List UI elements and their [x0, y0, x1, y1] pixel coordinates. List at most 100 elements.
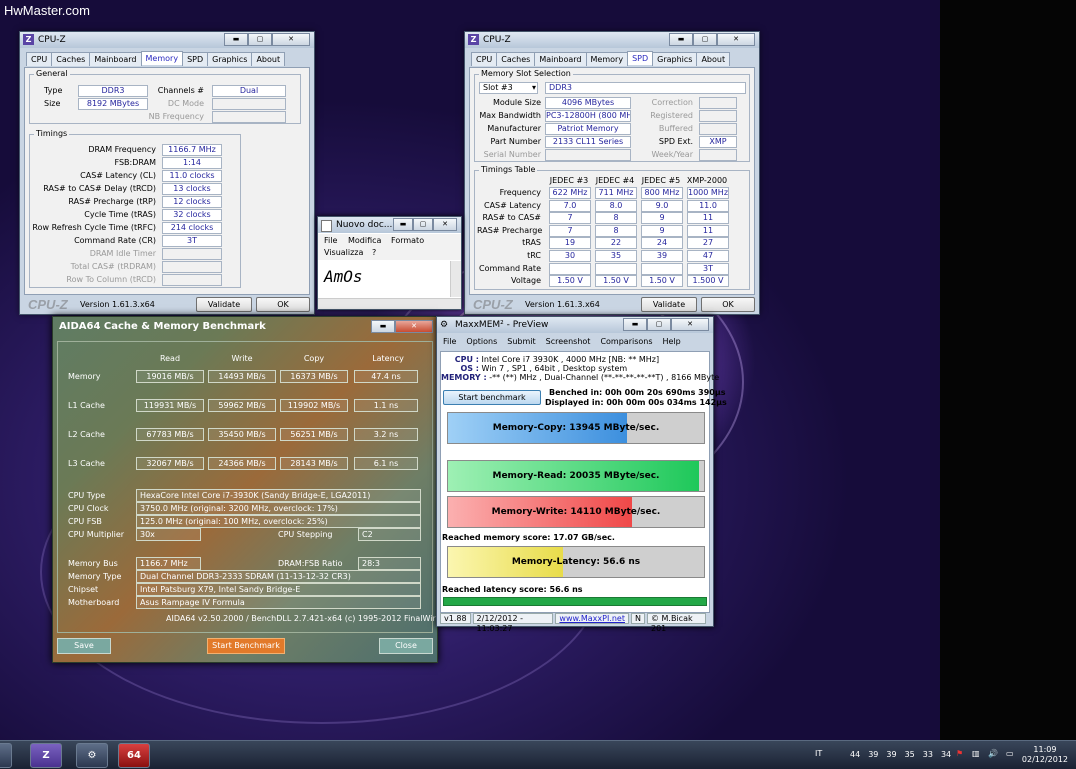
text-area[interactable]: AmOs [318, 261, 451, 297]
temperature-reading[interactable]: 39 [868, 750, 878, 759]
tab-graphics[interactable]: Graphics [652, 52, 698, 66]
maximize-button[interactable]: ▢ [647, 318, 671, 331]
temperature-reading[interactable]: 39 [886, 750, 896, 759]
volume-icon[interactable]: 🔊 [988, 749, 998, 758]
start-button[interactable] [0, 743, 12, 768]
titlebar[interactable]: Z CPU-Z ▬ ▢ ✕ [465, 32, 759, 48]
tab-graphics[interactable]: Graphics [207, 52, 253, 66]
tab-memory[interactable]: Memory [140, 51, 184, 65]
close-button[interactable]: ✕ [671, 318, 709, 331]
validate-button[interactable]: Validate [196, 297, 252, 312]
registered-value [699, 110, 737, 122]
timings-row-label: Voltage [510, 276, 541, 286]
module-size-value: 4096 MBytes [545, 97, 631, 109]
menu-formato[interactable]: Formato [391, 236, 424, 245]
start-benchmark-button[interactable]: Start Benchmark [207, 638, 285, 654]
ok-button[interactable]: OK [256, 297, 310, 312]
tab-mainboard[interactable]: Mainboard [534, 52, 587, 66]
menu-file[interactable]: File [324, 236, 337, 245]
maximize-button[interactable]: ▢ [413, 218, 433, 231]
menu-submit[interactable]: Submit [507, 337, 535, 346]
timings-cell: 19 [549, 237, 591, 250]
cpuz-spd-window[interactable]: Z CPU-Z ▬ ▢ ✕ CPU Caches Mainboard Memory SPD G… [464, 31, 760, 315]
type-value: DDR3 [78, 85, 148, 97]
vertical-scrollbar[interactable] [450, 261, 461, 297]
menu-options[interactable]: Options [466, 337, 497, 346]
cpuz-memory-window[interactable]: Z CPU-Z ▬ ▢ ✕ CPU Caches Mainboard Memory SPD G… [19, 31, 315, 315]
horizontal-scrollbar[interactable] [318, 298, 461, 309]
validate-button[interactable]: Validate [641, 297, 697, 312]
language-indicator[interactable]: IT [815, 749, 822, 758]
tab-memory[interactable]: Memory [585, 52, 629, 66]
nbfreq-value [212, 111, 286, 123]
network-icon[interactable]: ▥ [972, 749, 980, 758]
tab-caches[interactable]: Caches [496, 52, 536, 66]
menu-file[interactable]: File [443, 337, 456, 346]
close-button[interactable]: ✕ [433, 218, 457, 231]
close-button[interactable]: ✕ [272, 33, 310, 46]
aida64-icon[interactable]: 64 [118, 743, 150, 768]
cpu-clock-label: CPU Clock [68, 504, 109, 513]
menu-comparisons[interactable]: Comparisons [600, 337, 652, 346]
minimize-button[interactable]: ▬ [393, 218, 413, 231]
tab-caches[interactable]: Caches [51, 52, 91, 66]
tab-about[interactable]: About [696, 52, 731, 66]
clock[interactable]: 11:09 02/12/2012 [1022, 745, 1068, 765]
ok-button[interactable]: OK [701, 297, 755, 312]
minimize-button[interactable]: ▬ [623, 318, 647, 331]
memory-copy-bar: Memory-Copy: 13945 MByte/sec. [447, 412, 705, 444]
minimize-button[interactable]: ▬ [669, 33, 693, 46]
temperature-reading[interactable]: 34 [941, 750, 951, 759]
max-bandwidth-value: PC3-12800H (800 MHz) [545, 110, 631, 122]
tab-cpu[interactable]: CPU [26, 52, 53, 66]
temperature-reading[interactable]: 33 [923, 750, 933, 759]
titlebar[interactable]: ⚙ MaxxMEM² - PreView ▬ ▢ ✕ [437, 317, 713, 333]
latency-score: Reached latency score: 56.6 ns [442, 585, 583, 594]
minimize-button[interactable]: ▬ [224, 33, 248, 46]
maximize-button[interactable]: ▢ [693, 33, 717, 46]
minimize-button[interactable]: ▬ [371, 320, 395, 333]
titlebar[interactable]: Z CPU-Z ▬ ▢ ✕ [20, 32, 314, 48]
slot-select[interactable]: Slot #3 ▾ [479, 82, 538, 94]
memory-type-label: Memory Type [68, 572, 122, 581]
power-icon[interactable]: ▭ [1006, 749, 1014, 758]
temperature-reading[interactable]: 35 [905, 750, 915, 759]
tab-cpu[interactable]: CPU [471, 52, 498, 66]
benched-time: Benched in: 00h 00m 20s 690ms 390µs [549, 388, 726, 397]
menu-modifica[interactable]: Modifica [348, 236, 381, 245]
maxxmem-window[interactable]: ⚙ MaxxMEM² - PreView ▬ ▢ ✕ File Options Subm… [436, 316, 727, 633]
column-header-write: Write [231, 354, 253, 363]
cpuz-icon[interactable]: Z [30, 743, 62, 768]
flag-icon[interactable]: ⚑ [956, 749, 963, 758]
menu-visualizza[interactable]: Visualizza [324, 248, 363, 257]
menu-bar: File Options Submit Screenshot Comparisons He… [443, 337, 681, 346]
menu-help[interactable]: ? [372, 248, 376, 257]
start-benchmark-button[interactable]: Start benchmark [443, 390, 541, 405]
timings-row-label: RAS# to CAS# [482, 213, 541, 223]
tab-spd[interactable]: SPD [627, 51, 654, 65]
close-button[interactable]: ✕ [395, 320, 433, 333]
column-header-read: Read [159, 354, 181, 363]
close-button[interactable]: ✕ [717, 33, 755, 46]
timings-cell [641, 262, 683, 275]
memory-copy-text: Memory-Copy: 13945 MByte/sec. [492, 423, 660, 433]
taskbar: Z ⚙ 64 IT 44 39 39 35 33 34 ⚑ ▥ 🔊 ▭ 11:09 02/… [0, 740, 1076, 769]
tab-mainboard[interactable]: Mainboard [89, 52, 142, 66]
gears-icon[interactable]: ⚙ [76, 743, 108, 768]
memory-write-bar: Memory-Write: 14110 MByte/sec. [447, 496, 705, 528]
temperature-reading[interactable]: 44 [850, 750, 860, 759]
menu-help[interactable]: Help [663, 337, 681, 346]
status-field[interactable]: www.MaxxPI.net [555, 613, 629, 624]
size-value: 8192 MBytes [78, 98, 148, 110]
tab-bar: CPU Caches Mainboard Memory SPD Graphics About [26, 51, 286, 66]
benchmark-value: 16373 MB/s [280, 370, 348, 383]
save-button[interactable]: Save [57, 638, 111, 654]
notepad-window[interactable]: Nuovo doc... ▬ ▢ ✕ File Modifica Formato V… [317, 216, 462, 310]
tab-about[interactable]: About [251, 52, 286, 66]
tab-spd[interactable]: SPD [182, 52, 209, 66]
maximize-button[interactable]: ▢ [248, 33, 272, 46]
close-button-bottom[interactable]: Close [379, 638, 433, 654]
titlebar[interactable]: Nuovo doc... ▬ ▢ ✕ [318, 217, 461, 233]
aida64-window[interactable]: AIDA64 Cache & Memory Benchmark ▬ ✕ CPU T… [52, 316, 458, 663]
menu-screenshot[interactable]: Screenshot [546, 337, 591, 346]
